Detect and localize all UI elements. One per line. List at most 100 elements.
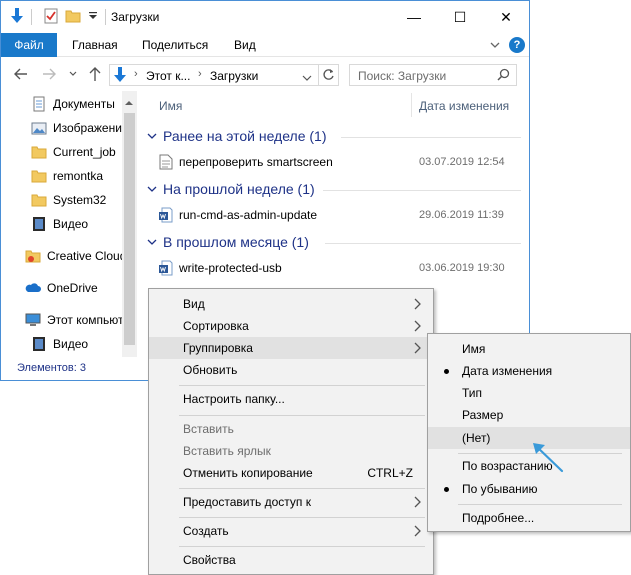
tab-share[interactable]: Поделиться [142, 33, 208, 57]
sidebar-item-remontka[interactable]: remontka [31, 165, 123, 187]
submenu-item-type[interactable]: Тип [428, 382, 630, 404]
menu-item-label: Сортировка [183, 319, 249, 333]
video-folder-icon [33, 217, 45, 231]
ribbon-tabs: Файл Главная Поделиться Вид ? [1, 33, 529, 57]
sidebar-item-pictures[interactable]: Изображения [31, 117, 123, 139]
pictures-icon [31, 122, 47, 135]
sidebar-item-label: System32 [53, 193, 107, 207]
sidebar-item-documents[interactable]: Документы [31, 93, 123, 115]
forward-arrow-icon[interactable] [41, 66, 57, 82]
submenu-item-date-modified[interactable]: Дата изменения [428, 360, 630, 382]
documents-icon [33, 96, 45, 112]
word-document-icon [159, 260, 173, 276]
minimize-button[interactable]: — [391, 1, 437, 33]
collapse-chevron-icon[interactable] [147, 185, 157, 193]
up-arrow-icon[interactable] [87, 66, 103, 82]
group-header-last-month[interactable]: В прошлом месяце (1) [147, 234, 309, 250]
submenu-chevron-icon [414, 342, 421, 354]
scroll-thumb[interactable] [124, 113, 135, 345]
selected-bullet-icon [444, 487, 449, 492]
column-header-name[interactable]: Имя [159, 99, 182, 113]
selected-bullet-icon [444, 369, 449, 374]
menu-item-sort[interactable]: Сортировка [149, 315, 433, 337]
sidebar-item-system32[interactable]: System32 [31, 189, 123, 211]
computer-icon [25, 313, 41, 326]
menu-item-paste-shortcut[interactable]: Вставить ярлык [149, 440, 433, 462]
group-divider [323, 190, 521, 191]
submenu-chevron-icon [414, 320, 421, 332]
file-date: 03.07.2019 12:54 [419, 156, 505, 168]
menu-item-refresh[interactable]: Обновить [149, 359, 433, 381]
address-dropdown-icon[interactable] [302, 71, 312, 85]
menu-item-label: Подробнее... [462, 511, 535, 525]
list-item[interactable]: write-protected-usb 03.06.2019 19:30 [159, 258, 519, 278]
downloads-arrow-icon[interactable] [9, 8, 25, 24]
video-folder-icon [33, 337, 45, 351]
refresh-icon[interactable] [322, 68, 335, 84]
menu-item-properties[interactable]: Свойства [149, 549, 433, 571]
new-folder-icon[interactable] [65, 8, 81, 24]
sidebar-item-video[interactable]: Видео [31, 213, 123, 235]
back-arrow-icon[interactable] [13, 66, 29, 82]
menu-item-give-access[interactable]: Предоставить доступ к [149, 491, 433, 513]
sidebar-item-label: Видео [53, 337, 89, 351]
menu-item-group-by[interactable]: Группировка [149, 337, 433, 359]
breadcrumb-this-pc[interactable]: Этот к... [146, 69, 190, 83]
recent-locations-chevron-icon[interactable] [65, 66, 81, 82]
file-date: 29.06.2019 11:39 [419, 209, 504, 221]
group-header-this-week[interactable]: Ранее на этой неделе (1) [147, 128, 327, 144]
menu-separator [179, 517, 425, 518]
submenu-item-name[interactable]: Имя [428, 338, 630, 360]
submenu-item-more[interactable]: Подробнее... [428, 507, 630, 529]
menu-item-undo-copy[interactable]: Отменить копирование CTRL+Z [149, 462, 433, 484]
sidebar-item-creative-cloud[interactable]: Creative Cloud [25, 245, 123, 267]
address-input[interactable]: › Этот к... › Загрузки [109, 64, 339, 86]
menu-separator [179, 488, 425, 489]
collapse-chevron-icon[interactable] [147, 238, 157, 246]
sidebar-item-current-job[interactable]: Current_job [31, 141, 123, 163]
group-header-last-week[interactable]: На прошлой неделе (1) [147, 181, 315, 197]
sidebar-item-this-pc[interactable]: Этот компьютер [25, 309, 123, 331]
list-item[interactable]: перепроверить smartscreen 03.07.2019 12:… [159, 152, 519, 172]
creative-cloud-icon [25, 250, 41, 263]
properties-check-icon[interactable] [43, 8, 59, 24]
sidebar-item-label: Изображения [53, 121, 123, 135]
menu-item-new[interactable]: Создать [149, 520, 433, 542]
scroll-up-icon[interactable] [125, 95, 133, 109]
menu-item-paste[interactable]: Вставить [149, 418, 433, 440]
nav-pane-scrollbar[interactable] [122, 91, 137, 357]
title-bar: Загрузки — ☐ ✕ [1, 1, 529, 33]
sidebar-item-onedrive[interactable]: OneDrive [25, 277, 123, 299]
sidebar-item-video-2[interactable]: Видео [31, 333, 123, 355]
folder-icon [31, 170, 47, 183]
menu-item-view[interactable]: Вид [149, 293, 433, 315]
folder-icon [31, 194, 47, 207]
tab-view[interactable]: Вид [234, 33, 256, 57]
submenu-item-size[interactable]: Размер [428, 404, 630, 426]
collapse-chevron-icon[interactable] [147, 132, 157, 140]
list-item[interactable]: run-cmd-as-admin-update 29.06.2019 11:39 [159, 205, 519, 225]
search-input[interactable]: Поиск: Загрузки [349, 64, 517, 86]
menu-item-customize-folder[interactable]: Настроить папку... [149, 388, 433, 410]
sidebar-item-label: Current_job [53, 145, 116, 159]
tab-file[interactable]: Файл [1, 33, 57, 57]
tab-home[interactable]: Главная [72, 33, 118, 57]
expand-ribbon-icon[interactable] [489, 39, 501, 54]
maximize-button[interactable]: ☐ [437, 1, 483, 33]
group-label: На прошлой неделе (1) [163, 181, 315, 197]
help-icon[interactable]: ? [509, 37, 525, 53]
breadcrumb-downloads[interactable]: Загрузки [210, 69, 258, 83]
breadcrumb-separator-icon: › [134, 68, 138, 80]
column-divider[interactable] [411, 93, 412, 117]
customize-dropdown-icon[interactable] [85, 8, 101, 24]
menu-item-label: Размер [462, 408, 504, 422]
menu-item-label: Предоставить доступ к [183, 495, 311, 509]
submenu-item-descending[interactable]: По убыванию [428, 478, 630, 500]
search-icon[interactable] [497, 68, 510, 84]
search-placeholder: Поиск: Загрузки [358, 69, 447, 83]
submenu-chevron-icon [414, 298, 421, 310]
address-divider [318, 65, 319, 85]
column-header-date[interactable]: Дата изменения [419, 99, 509, 113]
close-button[interactable]: ✕ [483, 1, 529, 33]
pointer-arrow-annotation-icon [533, 443, 564, 473]
